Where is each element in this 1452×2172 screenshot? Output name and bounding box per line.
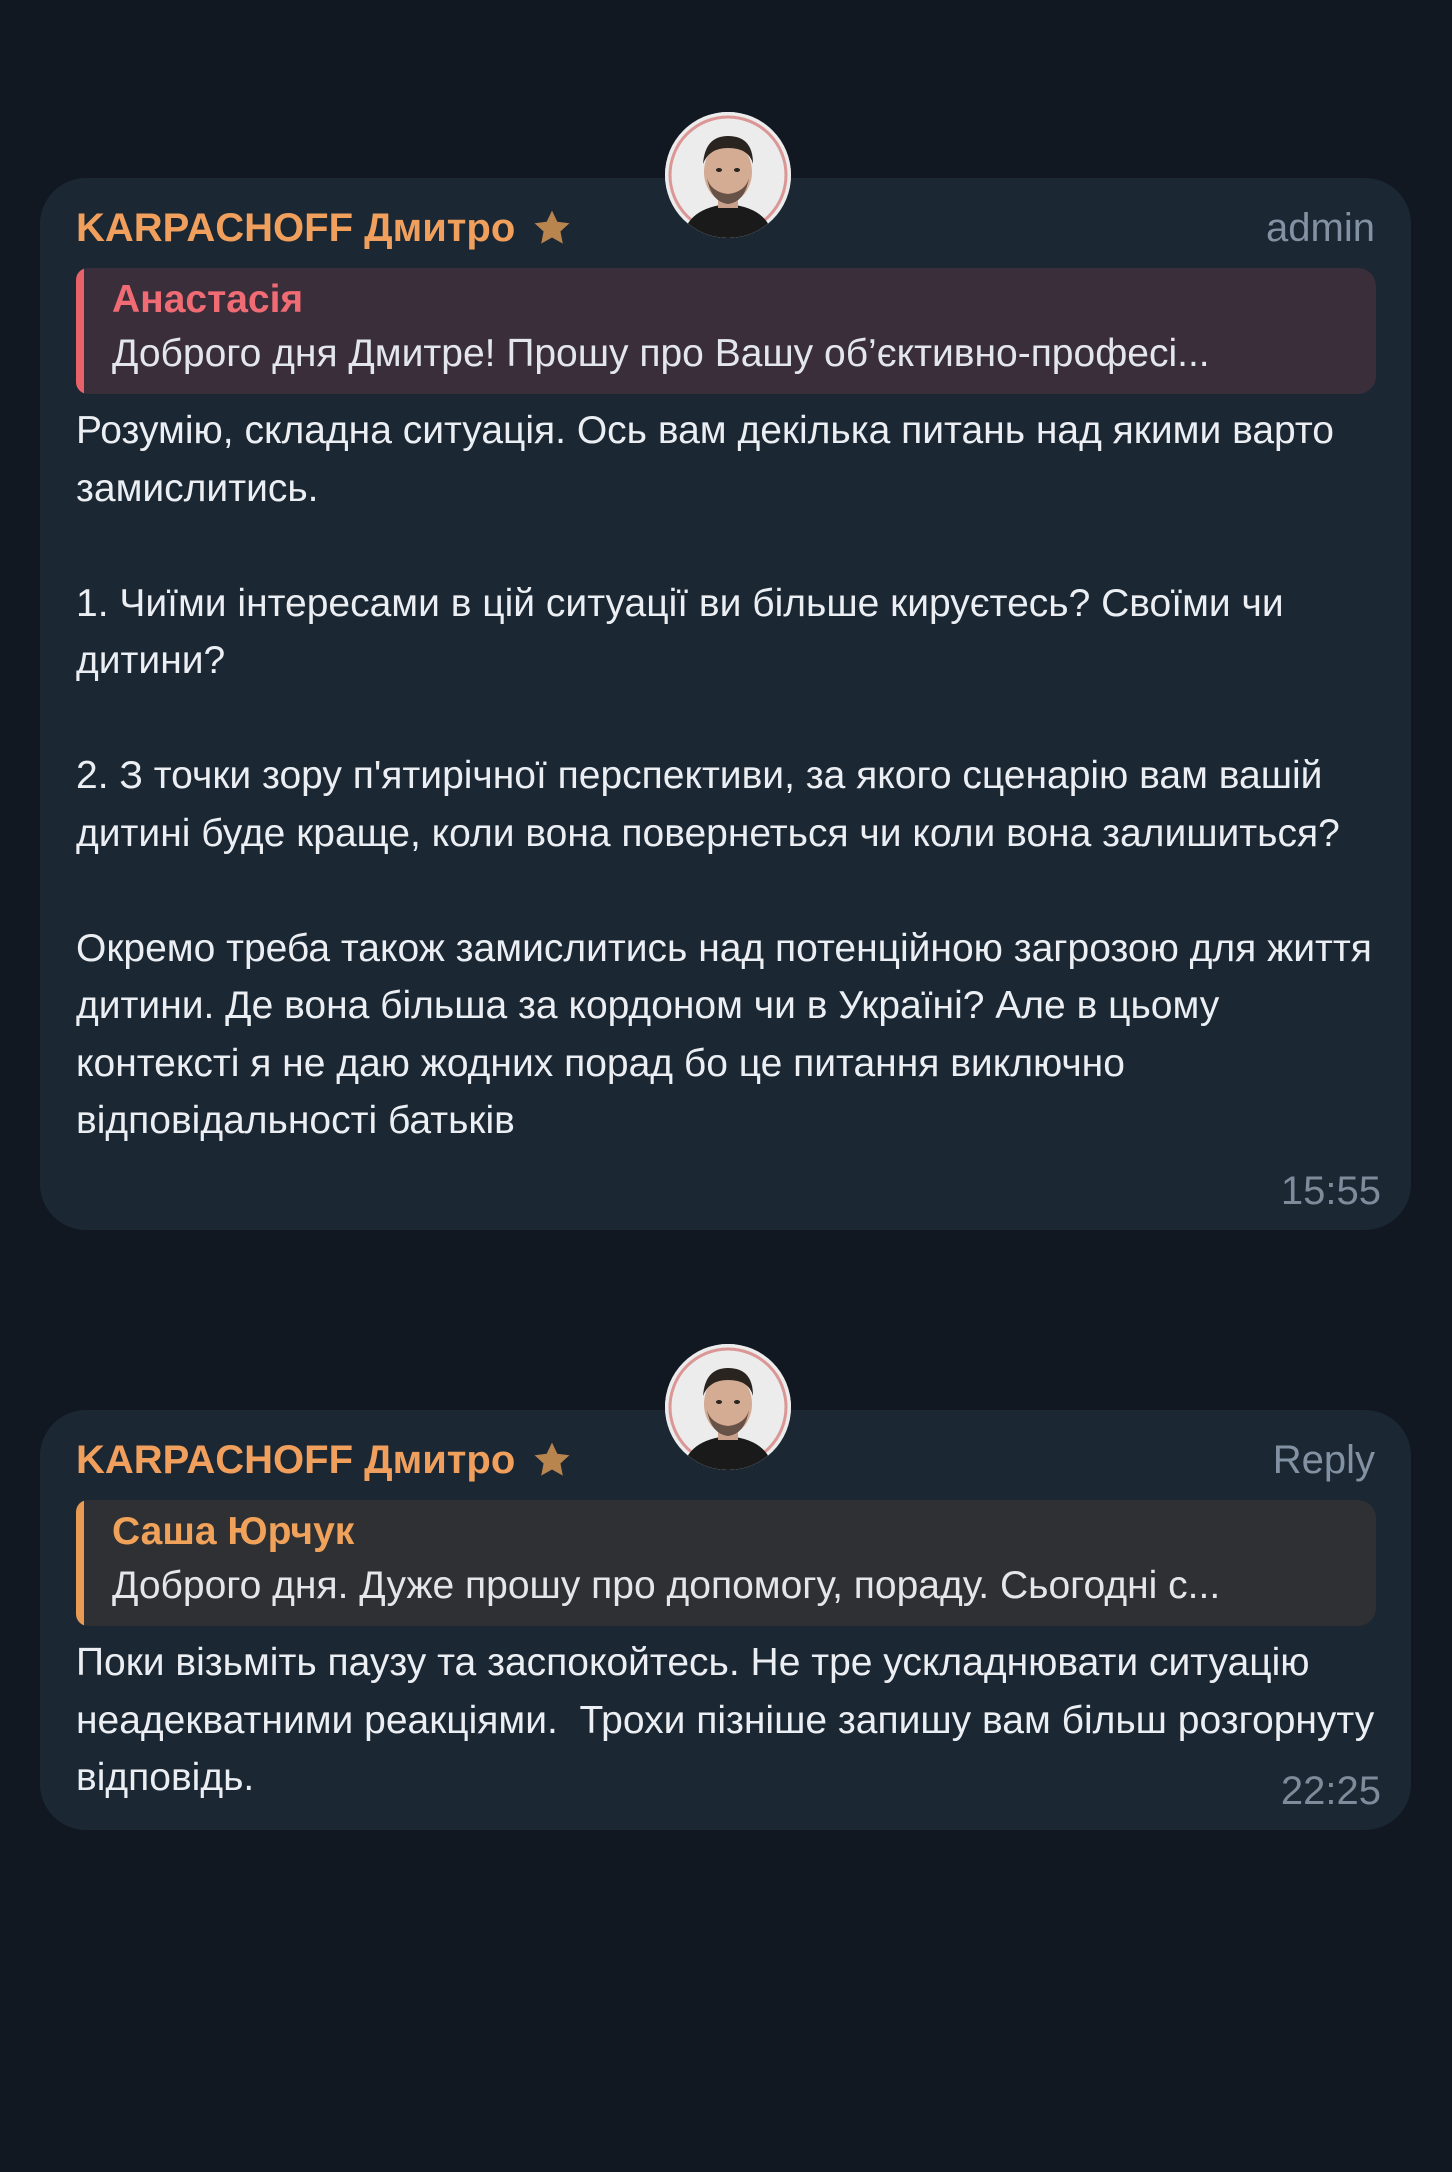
star-icon bbox=[534, 1442, 570, 1476]
sender-name[interactable]: KARPACHOFF Дмитро bbox=[76, 1438, 515, 1483]
avatar-man-portrait-icon bbox=[665, 112, 791, 238]
message-bubble[interactable]: KARPACHOFF Дмитро Reply Саша Юрчук Добро… bbox=[40, 1410, 1411, 1830]
reply-quote-text: Доброго дня Дмитре! Прошу про Вашу об’єк… bbox=[112, 332, 1210, 375]
message-bubble[interactable]: KARPACHOFF Дмитро admin Анастасія Доброг… bbox=[40, 178, 1411, 1230]
star-icon bbox=[534, 210, 570, 244]
sender-avatar[interactable] bbox=[665, 112, 791, 238]
message-text: Поки візьміть паузу та заспокойтесь. Не … bbox=[76, 1641, 1386, 1799]
reply-quote[interactable]: Саша Юрчук Доброго дня. Дуже прошу про д… bbox=[76, 1500, 1376, 1626]
reply-button[interactable]: Reply bbox=[1273, 1438, 1375, 1483]
reply-quote-author: Анастасія bbox=[112, 278, 304, 321]
sender-avatar[interactable] bbox=[665, 1344, 791, 1470]
reply-quote-bar bbox=[76, 268, 84, 394]
message-time: 22:25 bbox=[1280, 1769, 1381, 1813]
admin-tag: admin bbox=[1266, 206, 1375, 250]
reply-quote[interactable]: Анастасія Доброго дня Дмитре! Прошу про … bbox=[76, 268, 1376, 394]
message-text: Розумію, складна ситуація. Ось вам декіл… bbox=[76, 409, 1372, 1142]
reply-quote-text: Доброго дня. Дуже прошу про допомогу, по… bbox=[112, 1564, 1221, 1607]
avatar-man-portrait-icon bbox=[665, 1344, 791, 1470]
reply-quote-bar bbox=[76, 1500, 84, 1626]
reply-quote-author: Саша Юрчук bbox=[112, 1510, 355, 1553]
message-time: 15:55 bbox=[1280, 1169, 1381, 1213]
sender-name[interactable]: KARPACHOFF Дмитро bbox=[76, 206, 515, 251]
